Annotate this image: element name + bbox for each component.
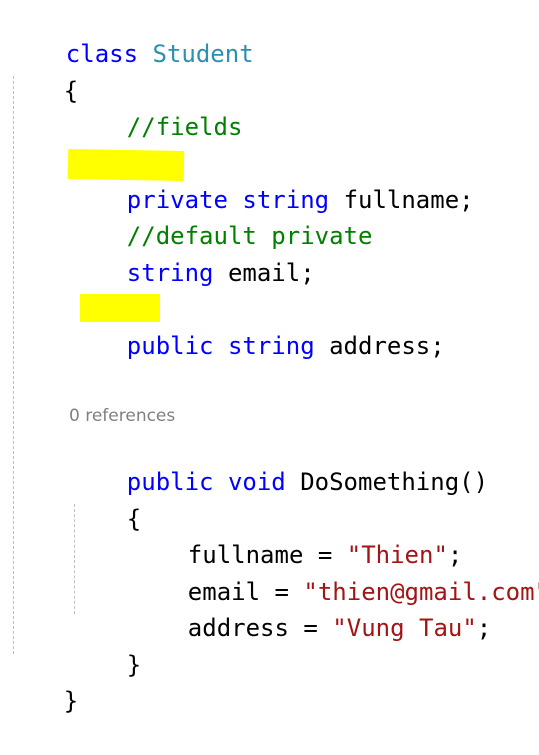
public-keyword: public bbox=[126, 332, 214, 360]
email-decl: email; bbox=[227, 259, 315, 287]
class-name: Student bbox=[152, 40, 254, 68]
code-line-comment-fields[interactable]: //fields bbox=[69, 73, 243, 141]
assign-address-lhs: address = bbox=[187, 614, 333, 642]
string-literal-address: "Vung Tau" bbox=[332, 614, 477, 642]
code-line-address-field[interactable]: public string address; bbox=[69, 292, 445, 360]
code-line-method-close-brace[interactable]: } bbox=[69, 611, 141, 679]
code-line-class-open-brace[interactable]: { bbox=[6, 37, 78, 105]
code-line-class-close-brace[interactable]: } bbox=[6, 647, 78, 715]
semicolon: ; bbox=[476, 614, 492, 642]
method-signature: DoSomething() bbox=[300, 468, 489, 496]
string-type: string bbox=[227, 332, 315, 360]
code-line-assign-email[interactable]: email = "thien@gmail.com"; bbox=[130, 538, 539, 606]
void-keyword: void bbox=[227, 468, 286, 496]
class-close-brace: } bbox=[63, 687, 79, 715]
codelens-references[interactable]: 0 references bbox=[69, 406, 175, 426]
code-line-assign-address[interactable]: address = "Vung Tau"; bbox=[130, 574, 491, 642]
indent-guide-class bbox=[13, 76, 14, 654]
code-line-assign-fullname[interactable]: fullname = "Thien"; bbox=[130, 501, 463, 569]
address-decl: address; bbox=[329, 332, 445, 360]
code-line-method-decl[interactable]: public void DoSomething() bbox=[69, 428, 488, 496]
code-line-email-field[interactable]: string email; bbox=[69, 219, 315, 287]
string-type: string bbox=[126, 259, 214, 287]
code-line-class-decl[interactable]: class Student bbox=[8, 0, 254, 68]
code-line-method-open-brace[interactable]: { bbox=[69, 465, 141, 533]
method-close-brace: } bbox=[126, 651, 142, 679]
comment-fields: //fields bbox=[126, 113, 243, 141]
code-editor[interactable]: class Student { //fields private string … bbox=[0, 0, 539, 715]
code-line-fullname-field[interactable]: private string fullname; bbox=[69, 146, 474, 214]
code-line-comment-default[interactable]: //default private bbox=[69, 182, 373, 250]
